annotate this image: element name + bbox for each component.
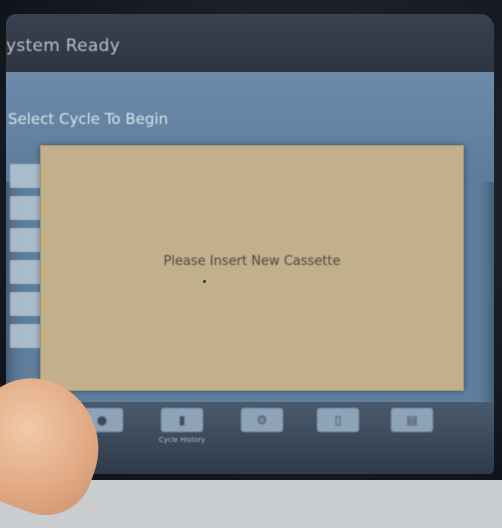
settings-icon: ⚙ xyxy=(241,408,283,432)
print-button[interactable]: ▤ xyxy=(382,408,442,462)
insert-cassette-dialog[interactable]: Please Insert New Cassette xyxy=(40,145,464,391)
cursor-icon xyxy=(203,280,206,283)
cycle-button[interactable] xyxy=(10,260,44,284)
cycle-button[interactable] xyxy=(10,292,44,316)
door-icon: ▯ xyxy=(317,408,359,432)
dialog-message: Please Insert New Cassette xyxy=(163,254,341,269)
cycle-button[interactable] xyxy=(10,324,44,348)
print-icon: ▤ xyxy=(391,408,433,432)
title-bar: ystem Ready xyxy=(6,14,494,72)
cycle-button[interactable] xyxy=(10,164,44,188)
device-bezel: ystem Ready Select Cycle To Begin Please… xyxy=(0,0,502,528)
tool-label: Cycle History xyxy=(158,436,206,444)
cycle-history-button[interactable]: ▮ Cycle History xyxy=(152,408,212,462)
cycle-button[interactable] xyxy=(10,228,44,252)
chart-icon: ▮ xyxy=(161,408,203,432)
status-title: ystem Ready xyxy=(6,36,121,56)
cycle-button[interactable] xyxy=(10,196,44,220)
door-button[interactable]: ▯ xyxy=(308,408,368,462)
cycle-prompt: Select Cycle To Begin xyxy=(8,110,169,128)
settings-button[interactable]: ⚙ xyxy=(232,408,292,462)
